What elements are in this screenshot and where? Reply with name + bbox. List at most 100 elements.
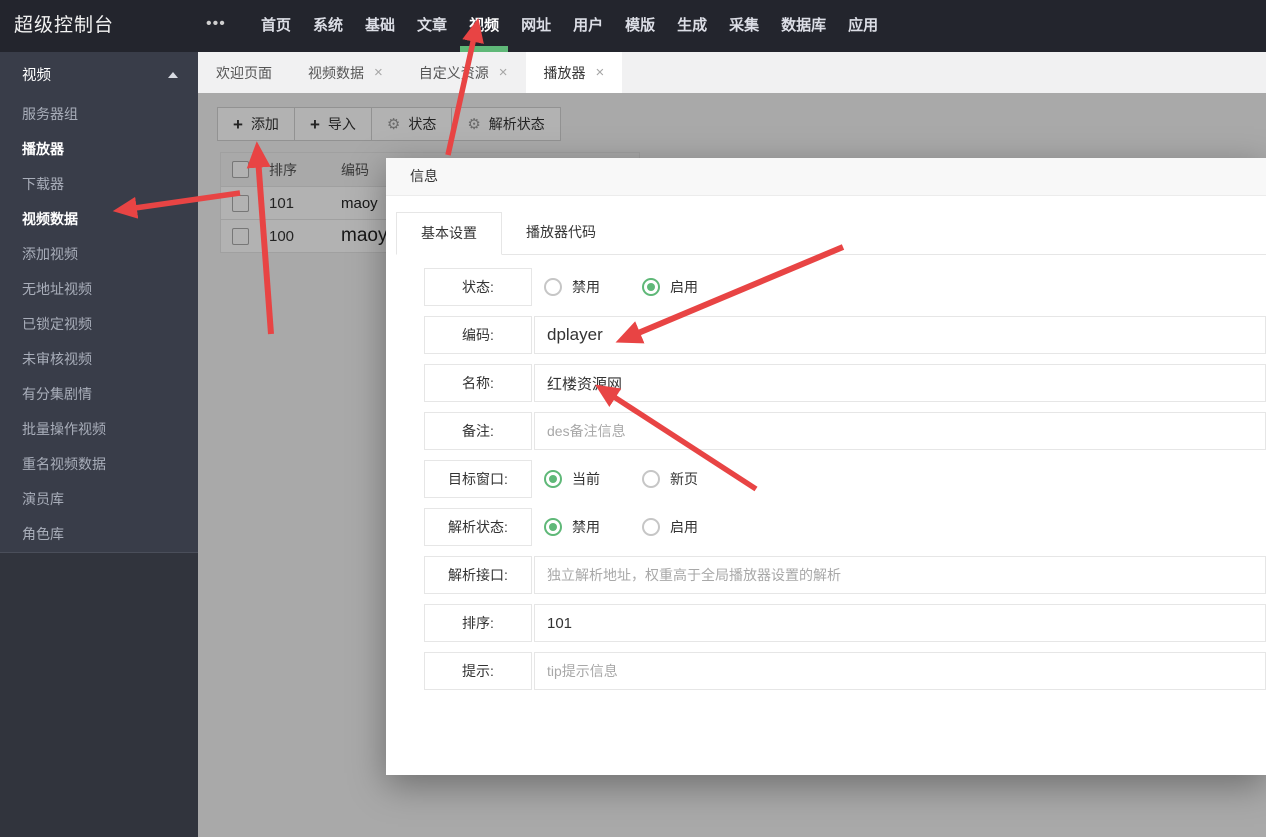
radio-option-禁用[interactable]: 禁用 (544, 277, 600, 297)
nav-item-label: 网址 (521, 17, 551, 34)
tab-播放器[interactable]: 播放器 × (526, 52, 623, 93)
form-label: 目标窗口: (424, 460, 532, 498)
nav-item-网址[interactable]: 网址 (510, 0, 562, 52)
radio-option-新页[interactable]: 新页 (642, 469, 698, 489)
nav-item-用户[interactable]: 用户 (562, 0, 614, 52)
radio-checked-icon (642, 278, 660, 296)
form-label: 解析接口: (424, 556, 532, 594)
form-row: 备注:des备注信息 (424, 412, 1266, 450)
tab-close-icon[interactable]: × (374, 65, 383, 80)
top-navbar: 超级控制台 ••• 首页 系统 基础 文章 视频 网址 用户 模版 生成 采集 数据库 应用 (0, 0, 1266, 52)
form-row: 解析接口:独立解析地址，权重高于全局播放器设置的解析 (424, 556, 1266, 594)
navbar-more-icon[interactable]: ••• (206, 0, 226, 48)
tab-label: 播放器 (544, 63, 586, 83)
form-row: 目标窗口: 当前 新页 (424, 460, 1266, 498)
nav-item-label: 视频 (469, 17, 499, 34)
radio-option-label: 新页 (670, 469, 698, 489)
sidebar-item-服务器组[interactable]: 服务器组 (0, 97, 198, 132)
nav-item-label: 文章 (417, 17, 447, 34)
nav-item-系统[interactable]: 系统 (302, 0, 354, 52)
tab-欢迎页面[interactable]: 欢迎页面 (198, 52, 290, 93)
form-row: 提示:tip提示信息 (424, 652, 1266, 690)
nav-item-label: 用户 (573, 17, 603, 34)
nav-item-视频[interactable]: 视频 (458, 0, 510, 52)
text-input[interactable]: tip提示信息 (534, 652, 1266, 690)
nav-item-文章[interactable]: 文章 (406, 0, 458, 52)
admin-console-page: 超级控制台 ••• 首页系统基础文章视频网址用户模版生成采集数据库应用 视频 服… (0, 0, 1266, 837)
radio-option-启用[interactable]: 启用 (642, 277, 698, 297)
sidebar-group-label: 视频 (22, 64, 51, 85)
modal-tab-bar: 基本设置播放器代码 (396, 212, 1266, 255)
tab-close-icon[interactable]: × (499, 65, 508, 80)
sidebar-item-已锁定视频[interactable]: 已锁定视频 (0, 307, 198, 342)
nav-item-label: 首页 (261, 17, 291, 34)
nav-item-生成[interactable]: 生成 (666, 0, 718, 52)
radio-checked-icon (544, 518, 562, 536)
sidebar-item-批量操作视频[interactable]: 批量操作视频 (0, 412, 198, 447)
tab-bar: 欢迎页面视频数据×自定义资源×播放器× (198, 52, 1266, 93)
nav-item-基础[interactable]: 基础 (354, 0, 406, 52)
radio-field: 禁用 启用 (532, 268, 1266, 306)
sidebar-item-播放器[interactable]: 播放器 (0, 132, 198, 167)
sidebar-menu: 服务器组播放器下载器视频数据添加视频无地址视频已锁定视频未审核视频有分集剧情批量… (0, 97, 198, 552)
radio-option-禁用[interactable]: 禁用 (544, 517, 600, 537)
modal-title: 信息 (386, 158, 1266, 196)
nav-item-模版[interactable]: 模版 (614, 0, 666, 52)
tab-视频数据[interactable]: 视频数据 × (290, 52, 401, 93)
nav-item-label: 模版 (625, 17, 655, 34)
nav-item-label: 基础 (365, 17, 395, 34)
nav-item-首页[interactable]: 首页 (250, 0, 302, 52)
nav-item-label: 采集 (729, 17, 759, 34)
nav-item-数据库[interactable]: 数据库 (770, 0, 837, 52)
nav-item-应用[interactable]: 应用 (837, 0, 889, 52)
tab-close-icon[interactable]: × (596, 65, 605, 80)
form-label: 提示: (424, 652, 532, 690)
radio-unchecked-icon (642, 518, 660, 536)
sidebar-group-video[interactable]: 视频 (0, 52, 198, 97)
nav-item-label: 数据库 (781, 17, 826, 34)
form-label: 排序: (424, 604, 532, 642)
nav-item-采集[interactable]: 采集 (718, 0, 770, 52)
sidebar-item-有分集剧情[interactable]: 有分集剧情 (0, 377, 198, 412)
form-row: 排序:101 (424, 604, 1266, 642)
nav-item-label: 系统 (313, 17, 343, 34)
navbar-menu: 首页 系统 基础 文章 视频 网址 用户 模版 生成 采集 数据库 应用 (250, 0, 889, 52)
radio-option-label: 启用 (670, 277, 698, 297)
app-logo: 超级控制台 (14, 0, 114, 52)
form-label: 解析状态: (424, 508, 532, 546)
radio-option-当前[interactable]: 当前 (544, 469, 600, 489)
sidebar-item-重名视频数据[interactable]: 重名视频数据 (0, 447, 198, 482)
radio-option-启用[interactable]: 启用 (642, 517, 698, 537)
modal-tab-基本设置[interactable]: 基本设置 (396, 212, 502, 255)
sidebar-item-无地址视频[interactable]: 无地址视频 (0, 272, 198, 307)
nav-item-label: 生成 (677, 17, 707, 34)
text-input[interactable]: 红楼资源网 (534, 364, 1266, 402)
info-modal: 信息 基本设置播放器代码 状态:禁用启用编码:dplayer名称:红楼资源网备注… (386, 158, 1266, 775)
text-input[interactable]: des备注信息 (534, 412, 1266, 450)
radio-unchecked-icon (642, 470, 660, 488)
nav-item-label: 应用 (848, 17, 878, 34)
text-input[interactable]: 独立解析地址，权重高于全局播放器设置的解析 (534, 556, 1266, 594)
sidebar-item-角色库[interactable]: 角色库 (0, 517, 198, 552)
sidebar-item-添加视频[interactable]: 添加视频 (0, 237, 198, 272)
radio-checked-icon (544, 470, 562, 488)
radio-field: 当前 新页 (532, 460, 1266, 498)
tab-label: 视频数据 (308, 63, 364, 83)
radio-field: 禁用 启用 (532, 508, 1266, 546)
sidebar-item-未审核视频[interactable]: 未审核视频 (0, 342, 198, 377)
form-label: 编码: (424, 316, 532, 354)
form-label: 状态: (424, 268, 532, 306)
sidebar-item-视频数据[interactable]: 视频数据 (0, 202, 198, 237)
sidebar-item-下载器[interactable]: 下载器 (0, 167, 198, 202)
player-settings-form: 状态:禁用启用编码:dplayer名称:红楼资源网备注:des备注信息目标窗口:… (386, 268, 1266, 690)
text-input[interactable]: dplayer (534, 316, 1266, 354)
text-input[interactable]: 101 (534, 604, 1266, 642)
form-label: 名称: (424, 364, 532, 402)
tab-自定义资源[interactable]: 自定义资源× (401, 52, 526, 93)
radio-unchecked-icon (544, 278, 562, 296)
form-row: 解析状态: 禁用 启用 (424, 508, 1266, 546)
modal-tab-播放器代码[interactable]: 播放器代码 (502, 212, 620, 254)
radio-option-label: 禁用 (572, 517, 600, 537)
sidebar-item-演员库[interactable]: 演员库 (0, 482, 198, 517)
form-row: 编码:dplayer (424, 316, 1266, 354)
